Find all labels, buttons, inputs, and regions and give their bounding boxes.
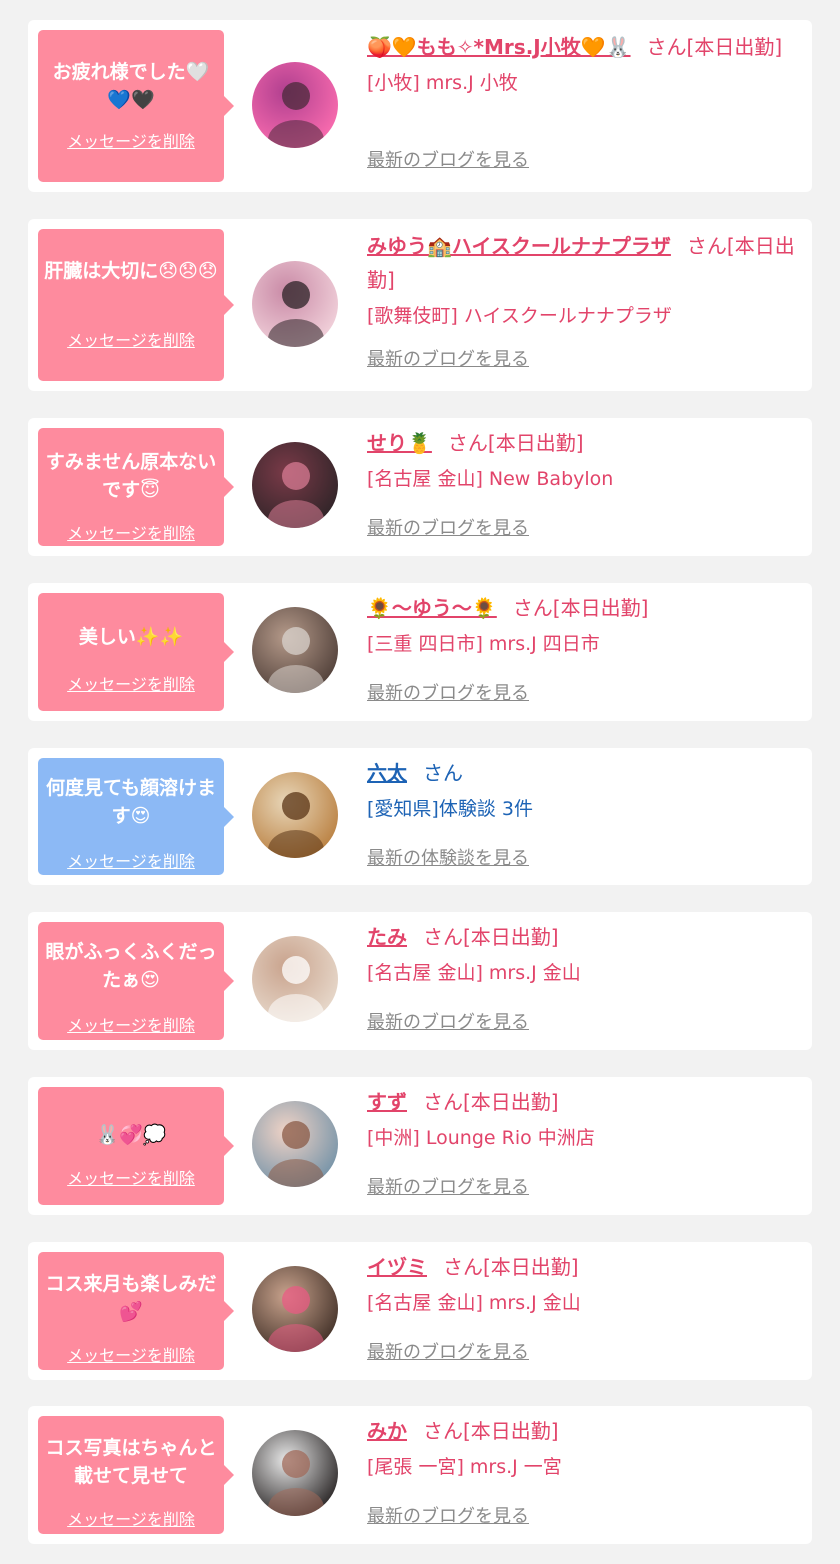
profile-name-link[interactable]: 🌻〜ゆう〜🌻 <box>367 596 497 620</box>
delete-message-link[interactable]: メッセージを削除 <box>38 128 224 152</box>
message-text: コス写真はちゃんと載せて見せて <box>45 1437 217 1487</box>
profile-info: みゆう🏫ハイスクールナナプラザ さん[本日出勤] [歌舞伎町] ハイスクールナナプラ… <box>367 229 799 333</box>
message-text: 🐰💞💭 <box>95 1124 167 1146</box>
profile-photo-avatar[interactable] <box>252 607 338 693</box>
latest-blog-link[interactable]: 最新のブログを見る <box>367 1010 529 1036</box>
list-item: お疲れ様でした🤍💙🖤 メッセージを削除 🍑🧡もも✧*Mrs.J小牧🧡🐰 さん[本日出勤… <box>28 20 812 192</box>
delete-message-link[interactable]: メッセージを削除 <box>38 520 224 544</box>
latest-review-link[interactable]: 最新の体験談を見る <box>367 846 529 872</box>
favorite-message-list: お疲れ様でした🤍💙🖤 メッセージを削除 🍑🧡もも✧*Mrs.J小牧🧡🐰 さん[本日出勤… <box>0 0 840 1564</box>
food-photo-avatar[interactable] <box>252 772 338 858</box>
list-item: 美しい✨✨ メッセージを削除 🌻〜ゆう〜🌻 さん[本日出勤] [三重 四日市] mrs.… <box>28 583 812 721</box>
message-bubble: お疲れ様でした🤍💙🖤 メッセージを削除 <box>38 30 234 182</box>
profile-name-link[interactable]: すず <box>367 1090 407 1114</box>
profile-photo-avatar[interactable] <box>252 1266 338 1352</box>
shop-name: [名古屋 金山] New Babylon <box>367 468 614 490</box>
name-line: すず さん[本日出勤] <box>367 1085 799 1119</box>
name-line: みゆう🏫ハイスクールナナプラザ さん[本日出勤] <box>367 229 799 297</box>
shop-name: [三重 四日市] mrs.J 四日市 <box>367 633 600 655</box>
latest-blog-link[interactable]: 最新のブログを見る <box>367 681 529 707</box>
delete-message-link[interactable]: メッセージを削除 <box>38 1012 224 1036</box>
list-item: すみません原本ないです😇 メッセージを削除 せり🍍 さん[本日出勤] [名古屋 金山] … <box>28 418 812 556</box>
profile-photo-avatar[interactable] <box>252 261 338 347</box>
name-suffix: さん[本日出勤] <box>423 1090 559 1114</box>
profile-name-link[interactable]: 六太 <box>367 761 407 785</box>
message-bubble: 眼がふっくふくだったぁ😍 メッセージを削除 <box>38 922 234 1040</box>
latest-blog-link[interactable]: 最新のブログを見る <box>367 148 529 174</box>
list-item: コス写真はちゃんと載せて見せてメッセージを削除 みか さん[本日出勤] [尾張 一宮]… <box>28 1406 812 1544</box>
latest-blog-link[interactable]: 最新のブログを見る <box>367 1504 529 1530</box>
message-text: コス来月も楽しみだ💕 <box>45 1273 217 1323</box>
delete-message-link[interactable]: メッセージを削除 <box>38 671 224 695</box>
name-suffix: さん[本日出勤] <box>423 925 559 949</box>
profile-info: すず さん[本日出勤] [中洲] Lounge Rio 中洲店 <box>367 1085 799 1155</box>
list-item: 肝臓は大切に😞😞😞 メッセージを削除 みゆう🏫ハイスクールナナプラザ さん[本日出勤]… <box>28 219 812 391</box>
delete-message-link[interactable]: メッセージを削除 <box>38 1165 224 1189</box>
profile-name-link[interactable]: みか <box>367 1419 407 1443</box>
message-text: 何度見ても顔溶けます😍 <box>45 777 217 827</box>
message-bubble: 何度見ても顔溶けます😍 メッセージを削除 <box>38 758 234 875</box>
profile-name-link[interactable]: 🍑🧡もも✧*Mrs.J小牧🧡🐰 <box>367 35 631 59</box>
shop-name: [小牧] mrs.J 小牧 <box>367 72 518 94</box>
shop-name: [中洲] Lounge Rio 中洲店 <box>367 1127 595 1149</box>
name-suffix: さん <box>423 761 463 785</box>
message-bubble: 肝臓は大切に😞😞😞 メッセージを削除 <box>38 229 234 381</box>
message-text: お疲れ様でした🤍💙🖤 <box>52 61 210 111</box>
delete-message-link[interactable]: メッセージを削除 <box>38 327 224 351</box>
profile-info: 六太 さん [愛知県]体験談 3件 <box>367 756 799 826</box>
name-line: 六太 さん <box>367 756 799 790</box>
name-suffix: さん[本日出勤] <box>423 1419 559 1443</box>
message-text: 肝臓は大切に😞😞😞 <box>44 260 218 282</box>
profile-info: イヅミ さん[本日出勤] [名古屋 金山] mrs.J 金山 <box>367 1250 799 1320</box>
delete-message-link[interactable]: メッセージを削除 <box>38 848 224 872</box>
latest-blog-link[interactable]: 最新のブログを見る <box>367 1175 529 1201</box>
list-item: コス来月も楽しみだ💕 メッセージを削除 イヅミ さん[本日出勤] [名古屋 金山] mr… <box>28 1242 812 1380</box>
delete-message-link[interactable]: メッセージを削除 <box>38 1342 224 1366</box>
profile-name-link[interactable]: せり🍍 <box>367 431 432 455</box>
name-suffix: さん[本日出勤] <box>443 1255 579 1279</box>
name-line: イヅミ さん[本日出勤] <box>367 1250 799 1284</box>
shop-name: [名古屋 金山] mrs.J 金山 <box>367 962 581 984</box>
message-text: 眼がふっくふくだったぁ😍 <box>45 941 217 991</box>
name-suffix: さん[本日出勤] <box>646 35 783 59</box>
shop-name: [愛知県]体験談 3件 <box>367 798 533 820</box>
name-line: たみ さん[本日出勤] <box>367 920 799 954</box>
profile-info: たみ さん[本日出勤] [名古屋 金山] mrs.J 金山 <box>367 920 799 990</box>
latest-blog-link[interactable]: 最新のブログを見る <box>367 347 529 373</box>
latest-blog-link[interactable]: 最新のブログを見る <box>367 516 529 542</box>
latest-blog-link[interactable]: 最新のブログを見る <box>367 1340 529 1366</box>
profile-info: 🌻〜ゆう〜🌻 さん[本日出勤] [三重 四日市] mrs.J 四日市 <box>367 591 799 661</box>
message-bubble: コス来月も楽しみだ💕 メッセージを削除 <box>38 1252 234 1370</box>
name-line: 🌻〜ゆう〜🌻 さん[本日出勤] <box>367 591 799 625</box>
profile-info: 🍑🧡もも✧*Mrs.J小牧🧡🐰 さん[本日出勤] [小牧] mrs.J 小牧 <box>367 30 799 100</box>
list-item: 何度見ても顔溶けます😍 メッセージを削除 六太 さん [愛知県]体験談 3件最新の体験談… <box>28 748 812 885</box>
profile-photo-avatar[interactable] <box>252 1101 338 1187</box>
list-item: 🐰💞💭 メッセージを削除 すず さん[本日出勤] [中洲] Lounge Rio 中洲店… <box>28 1077 812 1215</box>
profile-name-link[interactable]: イヅミ <box>367 1255 427 1279</box>
profile-photo-avatar[interactable] <box>252 442 338 528</box>
name-line: みか さん[本日出勤] <box>367 1414 799 1448</box>
name-suffix: さん[本日出勤] <box>447 431 584 455</box>
profile-name-link[interactable]: みゆう🏫ハイスクールナナプラザ <box>367 234 671 258</box>
shop-name: [尾張 一宮] mrs.J 一宮 <box>367 1456 562 1478</box>
shop-name: [歌舞伎町] ハイスクールナナプラザ <box>367 305 672 327</box>
profile-photo-avatar[interactable] <box>252 62 338 148</box>
profile-photo-avatar[interactable] <box>252 936 338 1022</box>
profile-photo-avatar[interactable] <box>252 1430 338 1516</box>
message-bubble: 🐰💞💭 メッセージを削除 <box>38 1087 234 1205</box>
profile-info: せり🍍 さん[本日出勤] [名古屋 金山] New Babylon <box>367 426 799 496</box>
message-bubble: コス写真はちゃんと載せて見せてメッセージを削除 <box>38 1416 234 1534</box>
shop-name: [名古屋 金山] mrs.J 金山 <box>367 1292 581 1314</box>
name-line: せり🍍 さん[本日出勤] <box>367 426 799 460</box>
message-text: すみません原本ないです😇 <box>45 451 217 501</box>
list-item: 眼がふっくふくだったぁ😍 メッセージを削除 たみ さん[本日出勤] [名古屋 金山] m… <box>28 912 812 1050</box>
delete-message-link[interactable]: メッセージを削除 <box>38 1506 224 1530</box>
name-line: 🍑🧡もも✧*Mrs.J小牧🧡🐰 さん[本日出勤] <box>367 30 799 64</box>
message-text: 美しい✨✨ <box>78 626 184 648</box>
name-suffix: さん[本日出勤] <box>512 596 649 620</box>
message-bubble: 美しい✨✨ メッセージを削除 <box>38 593 234 711</box>
message-bubble: すみません原本ないです😇 メッセージを削除 <box>38 428 234 546</box>
profile-name-link[interactable]: たみ <box>367 925 407 949</box>
profile-info: みか さん[本日出勤] [尾張 一宮] mrs.J 一宮 <box>367 1414 799 1484</box>
